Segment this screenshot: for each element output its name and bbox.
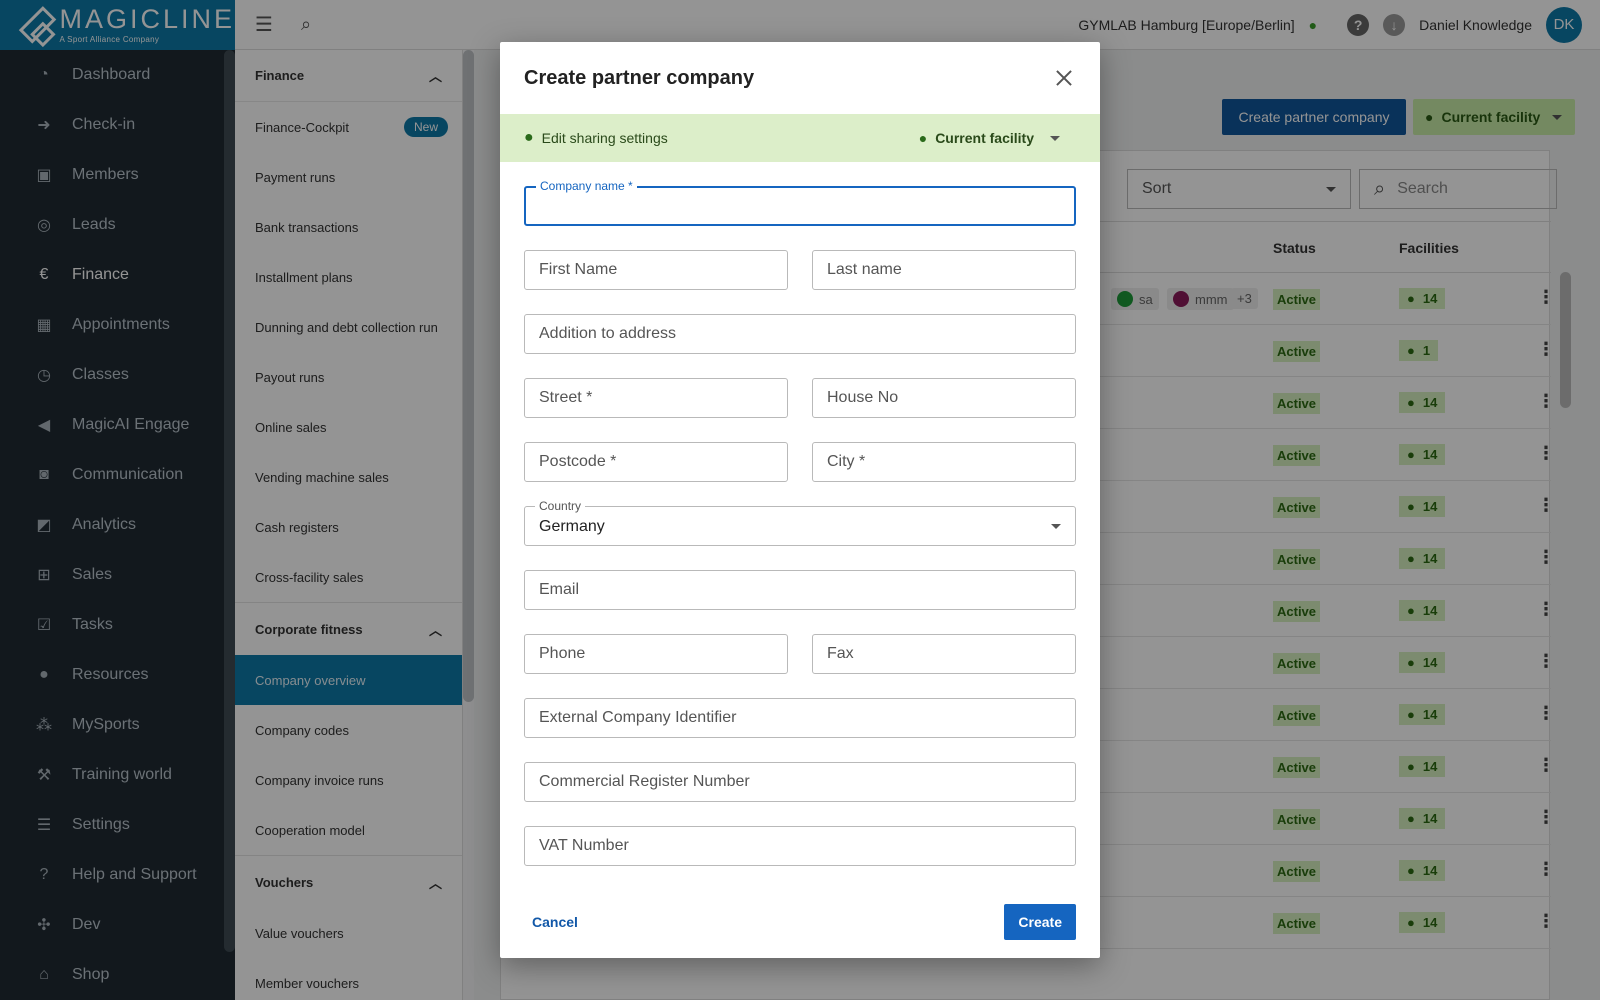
facility-select[interactable]: ● Current facility xyxy=(919,130,1060,146)
country-select[interactable]: Country Germany xyxy=(524,499,1076,546)
close-icon[interactable] xyxy=(1052,66,1076,90)
country-label: Country xyxy=(535,499,586,513)
last-name-input[interactable] xyxy=(813,251,1075,289)
caret-down-icon xyxy=(1051,523,1061,529)
sharing-link-label: Edit sharing settings xyxy=(541,130,668,146)
external-id-field xyxy=(524,698,1076,738)
dialog-header: Create partner company xyxy=(500,42,1100,114)
phone-input[interactable] xyxy=(525,635,787,673)
company-name-label: Company name * xyxy=(536,179,637,193)
dialog-title: Create partner company xyxy=(524,66,755,89)
address-addition-input[interactable] xyxy=(525,315,1075,353)
facility-select-label: Current facility xyxy=(935,130,1034,146)
first-name-input[interactable] xyxy=(525,251,787,289)
street-input[interactable] xyxy=(525,379,787,417)
first-name-field xyxy=(524,250,788,290)
location-pin-icon: ● xyxy=(918,130,928,146)
commercial-register-input[interactable] xyxy=(525,763,1075,801)
location-pin-icon: ● xyxy=(524,129,534,146)
email-input[interactable] xyxy=(525,571,1075,609)
company-name-field: Company name * xyxy=(524,179,1076,226)
city-input[interactable] xyxy=(813,443,1075,481)
house-no-input[interactable] xyxy=(813,379,1075,417)
cancel-button[interactable]: Cancel xyxy=(524,906,586,938)
vat-number-input[interactable] xyxy=(525,827,1075,865)
city-field xyxy=(812,442,1076,482)
fax-field xyxy=(812,634,1076,674)
address-addition-field xyxy=(524,314,1076,354)
country-value: Germany xyxy=(539,518,605,535)
postcode-field xyxy=(524,442,788,482)
last-name-field xyxy=(812,250,1076,290)
caret-down-icon xyxy=(1050,135,1060,141)
vat-number-field xyxy=(524,826,1076,866)
create-button[interactable]: Create xyxy=(1004,904,1076,940)
house-no-field xyxy=(812,378,1076,418)
street-field xyxy=(524,378,788,418)
fax-input[interactable] xyxy=(813,635,1075,673)
email-field xyxy=(524,570,1076,610)
external-id-input[interactable] xyxy=(525,699,1075,737)
edit-sharing-settings-link[interactable]: ● Edit sharing settings xyxy=(524,129,668,147)
partner-company-form: Company name * Country Germany xyxy=(500,162,1100,866)
create-partner-company-dialog: Create partner company ● Edit sharing se… xyxy=(500,42,1100,958)
company-name-input[interactable] xyxy=(526,188,1074,224)
phone-field xyxy=(524,634,788,674)
postcode-input[interactable] xyxy=(525,443,787,481)
app-root: MAGICLINE A Sport Alliance Company ◔ Dash… xyxy=(0,0,1600,1000)
dialog-footer: Cancel Create xyxy=(500,886,1100,958)
sharing-bar: ● Edit sharing settings ● Current facili… xyxy=(500,114,1100,162)
commercial-register-field xyxy=(524,762,1076,802)
